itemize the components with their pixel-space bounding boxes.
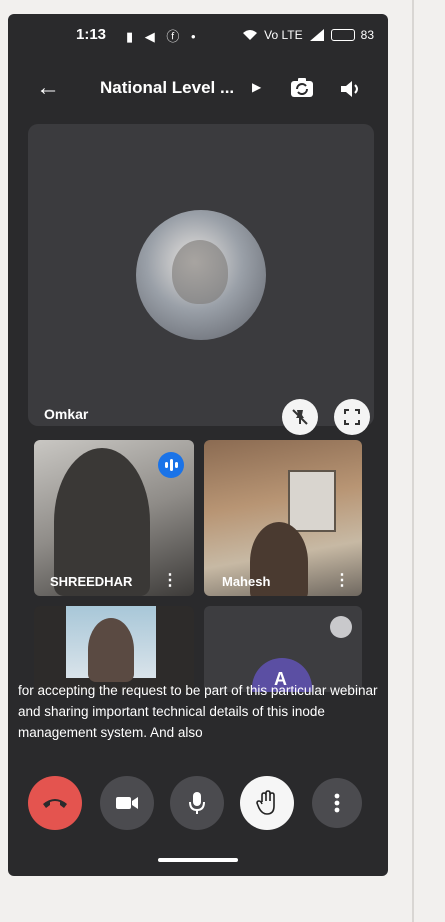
end-call-button[interactable] [28,776,82,830]
pin-off-icon [292,409,308,425]
battery-icon [330,29,355,41]
home-indicator[interactable] [158,858,238,862]
more-options-icon[interactable]: ⋮ [334,570,350,590]
status-notification-icons: ▮ ◀ ⓕ • [126,29,200,44]
participant-name: Omkar [44,406,89,422]
camera-icon [116,797,138,809]
more-options-icon[interactable]: ⋮ [162,570,178,590]
paper-edge [412,0,414,922]
back-arrow-icon[interactable]: ← [36,74,60,102]
hand-icon [256,790,275,815]
phone-hangup-icon [43,799,67,808]
more-vert-icon [334,793,340,813]
status-bar: 1:13 ▮ ◀ ⓕ • Vo LTE 83 [8,14,388,60]
call-controls [8,766,388,836]
battery-level: 83 [360,28,374,42]
fullscreen-icon [344,409,360,425]
chevron-right-icon[interactable]: ▶ [252,80,261,94]
speaking-indicator-icon [158,452,184,478]
call-header: ← National Level ... ▶ [8,70,388,110]
status-system-icons: Vo LTE 83 [242,28,374,42]
microphone-button[interactable] [170,776,224,830]
wifi-icon [243,30,258,40]
more-options-button[interactable] [312,778,362,828]
participant-tile[interactable]: SHREEDHAR ⋮ [34,440,194,596]
participant-name: Mahesh [222,574,271,589]
avatar [136,210,266,340]
pin-button[interactable] [282,399,318,435]
main-participant-tile[interactable]: Omkar [28,124,374,435]
signal-icon [309,29,324,41]
phone-screen: 1:13 ▮ ◀ ⓕ • Vo LTE 83 ← National Level … [8,14,388,876]
mic-icon [189,792,205,814]
meeting-title[interactable]: National Level ... [100,78,234,98]
network-label: Vo LTE [264,28,303,42]
participant-tile[interactable]: Mahesh ⋮ [204,440,362,596]
speaker-icon[interactable] [338,76,364,102]
participant-name: SHREEDHAR [50,574,133,589]
live-captions: for accepting the request to be part of … [18,683,378,740]
camera-button[interactable] [100,776,154,830]
status-time: 1:13 [76,26,107,43]
switch-camera-icon[interactable] [288,74,316,102]
fullscreen-button[interactable] [334,399,370,435]
muted-icon [330,616,352,638]
raise-hand-button[interactable] [240,776,294,830]
participant-figure [88,618,134,682]
background-window [288,470,336,532]
